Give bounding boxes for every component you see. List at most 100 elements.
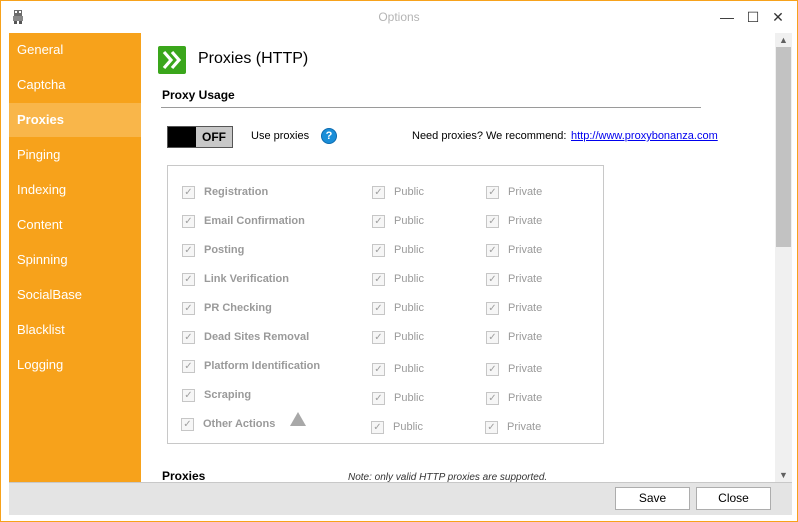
checkbox-check-icon: ✓	[486, 185, 499, 199]
action-checkbox-posting[interactable]: ✓ Posting	[182, 243, 244, 257]
private-checkbox[interactable]: ✓ Private	[486, 185, 542, 199]
public-label: Public	[394, 363, 424, 375]
checkbox-check-icon: ✓	[372, 214, 385, 228]
action-checkbox-link-verification[interactable]: ✓ Link Verification	[182, 272, 289, 286]
proxybonanza-link[interactable]: http://www.proxybonanza.com	[571, 130, 718, 142]
public-checkbox[interactable]: ✓ Public	[372, 185, 424, 199]
action-checkbox-scraping[interactable]: ✓ Scraping	[182, 388, 251, 402]
public-checkbox[interactable]: ✓ Public	[372, 301, 424, 315]
private-checkbox[interactable]: ✓ Private	[486, 362, 542, 376]
checkbox-check-icon: ✓	[372, 362, 385, 376]
public-checkbox[interactable]: ✓ Public	[372, 272, 424, 286]
private-label: Private	[508, 186, 543, 198]
private-checkbox[interactable]: ✓ Private	[485, 420, 541, 434]
action-checkbox-email-confirmation[interactable]: ✓ Email Confirmation	[182, 214, 305, 228]
use-proxies-label: Use proxies	[251, 130, 310, 142]
checkbox-check-icon: ✓	[182, 330, 195, 344]
sidebar-item-captcha[interactable]: Captcha	[9, 68, 141, 102]
toggle-knob	[168, 127, 196, 147]
proxy-usage-heading: Proxy Usage	[162, 88, 235, 102]
action-label: Scraping	[204, 389, 252, 401]
action-checkbox-dead-sites-removal[interactable]: ✓ Dead Sites Removal	[182, 330, 309, 344]
checkbox-check-icon: ✓	[182, 185, 195, 199]
action-label: Email Confirmation	[204, 215, 305, 227]
sidebar-item-spinning[interactable]: Spinning	[9, 243, 141, 277]
scrollbar-thumb[interactable]	[776, 47, 791, 247]
checkbox-check-icon: ✓	[181, 417, 194, 431]
maximize-icon[interactable]: ☐	[740, 5, 766, 29]
public-label: Public	[394, 186, 424, 198]
double-chevron-right-icon	[158, 46, 186, 74]
help-icon[interactable]: ?	[321, 128, 337, 144]
vertical-scrollbar[interactable]: ▲ ▼	[775, 33, 792, 482]
sidebar: General Captcha Proxies Pinging Indexing…	[9, 33, 141, 482]
toggle-state-label: OFF	[196, 127, 232, 147]
checkbox-check-icon: ✓	[485, 420, 498, 434]
action-label: PR Checking	[204, 302, 272, 314]
checkbox-check-icon: ✓	[372, 330, 385, 344]
checkbox-check-icon: ✓	[182, 214, 195, 228]
sidebar-item-proxies[interactable]: Proxies	[9, 103, 141, 137]
public-label: Public	[394, 392, 424, 404]
checkbox-check-icon: ✓	[182, 301, 195, 315]
checkbox-check-icon: ✓	[182, 272, 195, 286]
checkbox-check-icon: ✓	[372, 391, 385, 405]
checkbox-check-icon: ✓	[371, 420, 384, 434]
action-checkbox-pr-checking[interactable]: ✓ PR Checking	[182, 301, 272, 315]
dialog-footer: Save Close	[9, 482, 792, 515]
action-checkbox-other-actions[interactable]: ✓ Other Actions	[181, 417, 275, 431]
checkbox-check-icon: ✓	[486, 272, 499, 286]
checkbox-check-icon: ✓	[372, 272, 385, 286]
scroll-down-icon[interactable]: ▼	[775, 468, 792, 482]
public-checkbox[interactable]: ✓ Public	[372, 330, 424, 344]
public-label: Public	[393, 421, 423, 433]
checkbox-check-icon: ✓	[486, 362, 499, 376]
public-checkbox[interactable]: ✓ Public	[372, 362, 424, 376]
close-button[interactable]: Close	[696, 487, 771, 510]
sidebar-item-socialbase[interactable]: SocialBase	[9, 278, 141, 312]
warning-triangle-icon	[290, 412, 306, 426]
checkbox-check-icon: ✓	[486, 301, 499, 315]
action-label: Posting	[204, 244, 245, 256]
checkbox-check-icon: ✓	[486, 243, 499, 257]
section-divider	[161, 107, 701, 108]
private-label: Private	[508, 331, 543, 343]
private-checkbox[interactable]: ✓ Private	[486, 301, 542, 315]
private-checkbox[interactable]: ✓ Private	[486, 391, 542, 405]
checkbox-check-icon: ✓	[486, 391, 499, 405]
action-label: Other Actions	[203, 418, 276, 430]
private-checkbox[interactable]: ✓ Private	[486, 214, 542, 228]
private-checkbox[interactable]: ✓ Private	[486, 243, 542, 257]
minimize-icon[interactable]: —	[714, 5, 740, 29]
sidebar-item-general[interactable]: General	[9, 33, 141, 67]
public-label: Public	[394, 244, 424, 256]
proxies-note: Note: only valid HTTP proxies are suppor…	[348, 472, 548, 482]
checkbox-check-icon: ✓	[182, 359, 195, 373]
private-checkbox[interactable]: ✓ Private	[486, 272, 542, 286]
checkbox-check-icon: ✓	[372, 185, 385, 199]
public-checkbox[interactable]: ✓ Public	[372, 243, 424, 257]
sidebar-item-logging[interactable]: Logging	[9, 348, 141, 382]
private-checkbox[interactable]: ✓ Private	[486, 330, 542, 344]
title-bar: Options — ☐ ✕	[1, 1, 797, 33]
public-checkbox[interactable]: ✓ Public	[371, 420, 423, 434]
page-title: Proxies (HTTP)	[198, 50, 309, 67]
checkbox-check-icon: ✓	[182, 388, 195, 402]
action-checkbox-platform-identification[interactable]: ✓ Platform Identification	[182, 359, 320, 373]
public-checkbox[interactable]: ✓ Public	[372, 391, 424, 405]
use-proxies-toggle[interactable]: OFF	[167, 126, 233, 148]
private-label: Private	[507, 421, 542, 433]
sidebar-item-content[interactable]: Content	[9, 208, 141, 242]
save-button[interactable]: Save	[615, 487, 690, 510]
scroll-up-icon[interactable]: ▲	[775, 33, 792, 47]
action-checkbox-registration[interactable]: ✓ Registration	[182, 185, 268, 199]
close-icon[interactable]: ✕	[765, 5, 791, 29]
private-label: Private	[508, 363, 543, 375]
proxy-usage-grid: ✓ Registration ✓ Public ✓ Private ✓ Email Co…	[167, 165, 604, 444]
sidebar-item-blacklist[interactable]: Blacklist	[9, 313, 141, 347]
sidebar-item-indexing[interactable]: Indexing	[9, 173, 141, 207]
sidebar-item-pinging[interactable]: Pinging	[9, 138, 141, 172]
public-checkbox[interactable]: ✓ Public	[372, 214, 424, 228]
public-label: Public	[394, 331, 424, 343]
public-label: Public	[394, 215, 424, 227]
